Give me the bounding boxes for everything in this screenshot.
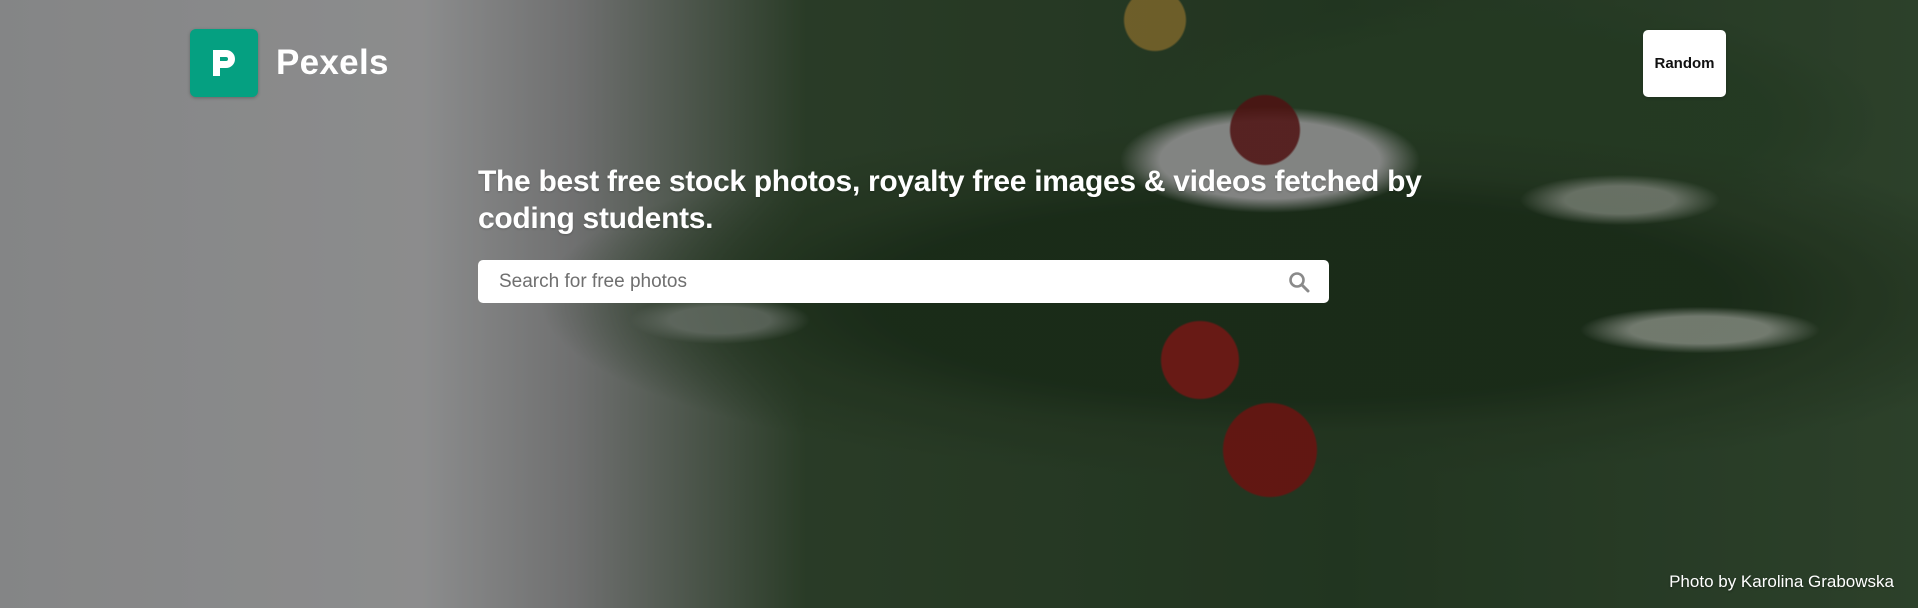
hero-section: Pexels Random The best free stock photos… [0,0,1918,608]
hero-tagline: The best free stock photos, royalty free… [478,165,1422,235]
photo-credit-link[interactable]: Photo by Karolina Grabowska [1669,572,1894,592]
brand-name: Pexels [276,43,389,82]
random-button[interactable]: Random [1643,30,1726,97]
search-bar [478,260,1329,303]
logo-link[interactable]: Pexels [190,29,389,97]
search-icon[interactable] [1287,270,1311,294]
search-input[interactable] [497,269,1287,294]
pexels-logo-icon [190,29,258,97]
